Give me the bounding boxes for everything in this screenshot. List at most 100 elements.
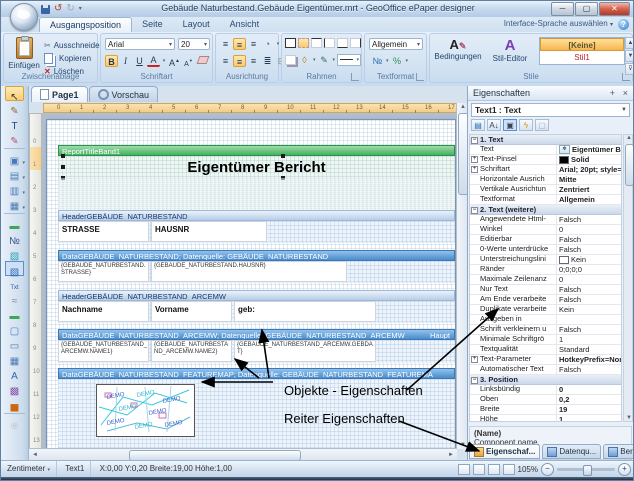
property-row[interactable]: Duplikate verarbeiteKein — [470, 305, 621, 315]
justify-icon[interactable]: ≣ — [261, 55, 274, 67]
property-row[interactable]: Angewendete Html-Falsch — [470, 215, 621, 225]
cell-vorname-header[interactable]: Vorname — [151, 301, 232, 322]
border-bottom-icon[interactable] — [337, 38, 348, 48]
tab-vorschau[interactable]: Vorschau — [89, 86, 159, 102]
maximize-button[interactable]: ▢ — [575, 2, 598, 16]
property-row[interactable]: Horizontale AusrichMitte — [470, 175, 621, 185]
unit-selector[interactable]: Zentimeter ▾ — [1, 461, 57, 477]
property-value[interactable]: 1 — [557, 415, 621, 422]
text-edit-tool[interactable]: T — [5, 116, 24, 131]
property-row[interactable]: Ausgeben in — [470, 315, 621, 325]
properties-scrollbar[interactable]: ▲ ▼ — [623, 134, 633, 422]
events-icon[interactable]: ϟ — [519, 119, 533, 131]
property-value[interactable]: ✲Eigentümer Bericht — [557, 145, 621, 154]
report-page[interactable]: ReportTitleBand1 Eigentümer Bericht Head… — [46, 119, 456, 449]
property-row[interactable]: TextqualitätStandard — [470, 345, 621, 355]
property-row[interactable]: Schrift verkleinern uFalsch — [470, 325, 621, 335]
property-row[interactable]: Nur TextFalsch — [470, 285, 621, 295]
picture-tool[interactable]: ▧ — [5, 246, 24, 261]
property-value[interactable]: Kein — [557, 255, 621, 264]
property-row[interactable]: Höhe1 — [470, 415, 621, 422]
align-center-icon[interactable]: ≡ — [233, 38, 246, 50]
property-value[interactable]: Zentriert — [557, 185, 621, 194]
map-object[interactable]: DEMO DEMO DEMO DEMO DEMO DEMO DEMO DEMO — [96, 384, 195, 437]
property-value[interactable]: 19 — [557, 405, 621, 414]
zoom-in-button[interactable]: + — [618, 463, 631, 476]
valign-middle-icon[interactable]: ≡ — [233, 55, 246, 67]
richtext-tool[interactable]: A — [5, 366, 24, 381]
object-selector-combo[interactable]: Text1 : Text▼ — [471, 103, 630, 117]
chart-tool[interactable]: ▅ — [5, 396, 24, 411]
number-tool[interactable]: № — [5, 231, 24, 246]
property-row[interactable]: Text✲Eigentümer Bericht — [470, 145, 621, 155]
property-row[interactable]: EditierbarFalsch — [470, 235, 621, 245]
font-color-dropdown[interactable]: ▾ — [161, 55, 167, 67]
tab-page1[interactable]: Page1 — [31, 86, 88, 102]
design-canvas[interactable]: ReportTitleBand1 Eigentümer Bericht Head… — [42, 113, 457, 449]
property-section-header[interactable]: −2. Text (weitere) — [470, 205, 621, 215]
property-value[interactable]: 0 — [557, 225, 621, 234]
property-section-header[interactable]: −1. Text — [470, 135, 621, 145]
view-mode-1-icon[interactable] — [458, 464, 470, 475]
rotate-text-icon[interactable]: ◔ — [261, 38, 274, 50]
ribbon-tab-layout[interactable]: Layout — [173, 17, 220, 32]
property-row[interactable]: Linksbündig0 — [470, 385, 621, 395]
property-value[interactable]: Falsch — [557, 295, 621, 304]
subreport-tool[interactable]: ▢ — [5, 321, 24, 336]
band-data-arcemw[interactable]: DataGEBÄUDE_NATURBESTAND_ARCEMW; Datenqu… — [58, 329, 455, 340]
minimize-button[interactable]: ─ — [551, 2, 574, 16]
property-row[interactable]: Automatischer TextFalsch — [470, 365, 621, 375]
property-value[interactable]: Falsch — [557, 285, 621, 294]
paste-button[interactable]: Einfügen — [5, 37, 43, 70]
selection-handle[interactable] — [281, 154, 285, 158]
textformat-combo[interactable]: Allgemein▾ — [369, 38, 423, 50]
property-row[interactable]: Breite19 — [470, 405, 621, 415]
panel-close-icon[interactable]: × — [623, 88, 628, 98]
property-row[interactable]: 0-Werte unterdrückeFalsch — [470, 245, 621, 255]
table-tool[interactable]: ▦ — [5, 351, 24, 366]
border-none-icon[interactable] — [298, 38, 309, 48]
alphabetical-sort-icon[interactable]: A↓ — [487, 119, 501, 131]
signature-tool[interactable]: ≈ — [5, 291, 24, 306]
property-value[interactable]: Solid — [557, 155, 621, 164]
property-row[interactable]: TextformatAllgemein — [470, 195, 621, 205]
align-left-icon[interactable]: ≡ — [219, 38, 232, 50]
property-value[interactable]: 1 — [557, 335, 621, 344]
help-icon[interactable]: ? — [618, 19, 629, 30]
insert-object-tool[interactable]: ▦▾ — [5, 196, 24, 211]
property-value[interactable]: 0;0;0;0 — [557, 265, 621, 274]
property-value[interactable] — [557, 315, 621, 324]
property-section-header[interactable]: −3. Position — [470, 375, 621, 385]
view-mode-3-icon[interactable] — [488, 464, 500, 475]
pages-icon[interactable]: ▢ — [535, 119, 549, 131]
language-selector[interactable]: Interface-Sprache auswählen ▾ — [504, 19, 613, 28]
align-right-icon[interactable]: ≡ — [247, 38, 260, 50]
property-value[interactable]: Standard — [557, 345, 621, 354]
cell-nachname-header[interactable]: Nachname — [58, 301, 149, 322]
property-value[interactable]: Falsch — [557, 365, 621, 374]
map-tool[interactable]: ▨ — [5, 261, 24, 276]
property-row[interactable]: Am Ende verarbeiteFalsch — [470, 295, 621, 305]
italic-button[interactable]: I — [119, 55, 132, 67]
field-strasse[interactable]: {GEBÄUDE_NATURBESTAND.STRASSE} — [58, 261, 149, 282]
band-data-naturbestand[interactable]: DataGEBÄUDE_NATURBESTAND; Datenquelle: G… — [58, 250, 455, 261]
properties-view-icon[interactable]: ▣ — [503, 119, 517, 131]
shrink-font-button[interactable]: A▼ — [182, 55, 195, 67]
property-row[interactable]: Ränder0;0;0;0 — [470, 265, 621, 275]
property-row[interactable]: Vertikale AusrichtunZentriert — [470, 185, 621, 195]
cell-hausnr-header[interactable]: HAUSNR — [151, 221, 267, 242]
border-color-dropdown[interactable]: ▾ — [333, 57, 336, 63]
tab-datenquellen[interactable]: Datenqu... — [542, 444, 601, 459]
selection-handle[interactable] — [61, 154, 65, 158]
font-family-combo[interactable]: Arial▾ — [105, 38, 175, 50]
conditions-button[interactable]: A✎ Bedingungen — [432, 37, 484, 61]
cell-geb-header[interactable]: geb: — [234, 301, 376, 322]
valign-top-icon[interactable]: ≡ — [219, 55, 232, 67]
field-name1[interactable]: {GEBÄUDE_NATURBESTAND_ARCEMW.NAME1} — [58, 340, 149, 362]
fill-color-icon[interactable]: ◊ — [298, 54, 311, 66]
font-color-button[interactable]: A — [147, 55, 160, 67]
band-header-arcemw[interactable]: HeaderGEBÄUDE_NATURBESTAND_ARCEMW — [58, 290, 455, 301]
ribbon-tab-ansicht[interactable]: Ansicht — [220, 17, 270, 32]
cut-button[interactable]: ✂Ausschneiden — [44, 39, 104, 51]
ribbon-tab-seite[interactable]: Seite — [132, 17, 173, 32]
